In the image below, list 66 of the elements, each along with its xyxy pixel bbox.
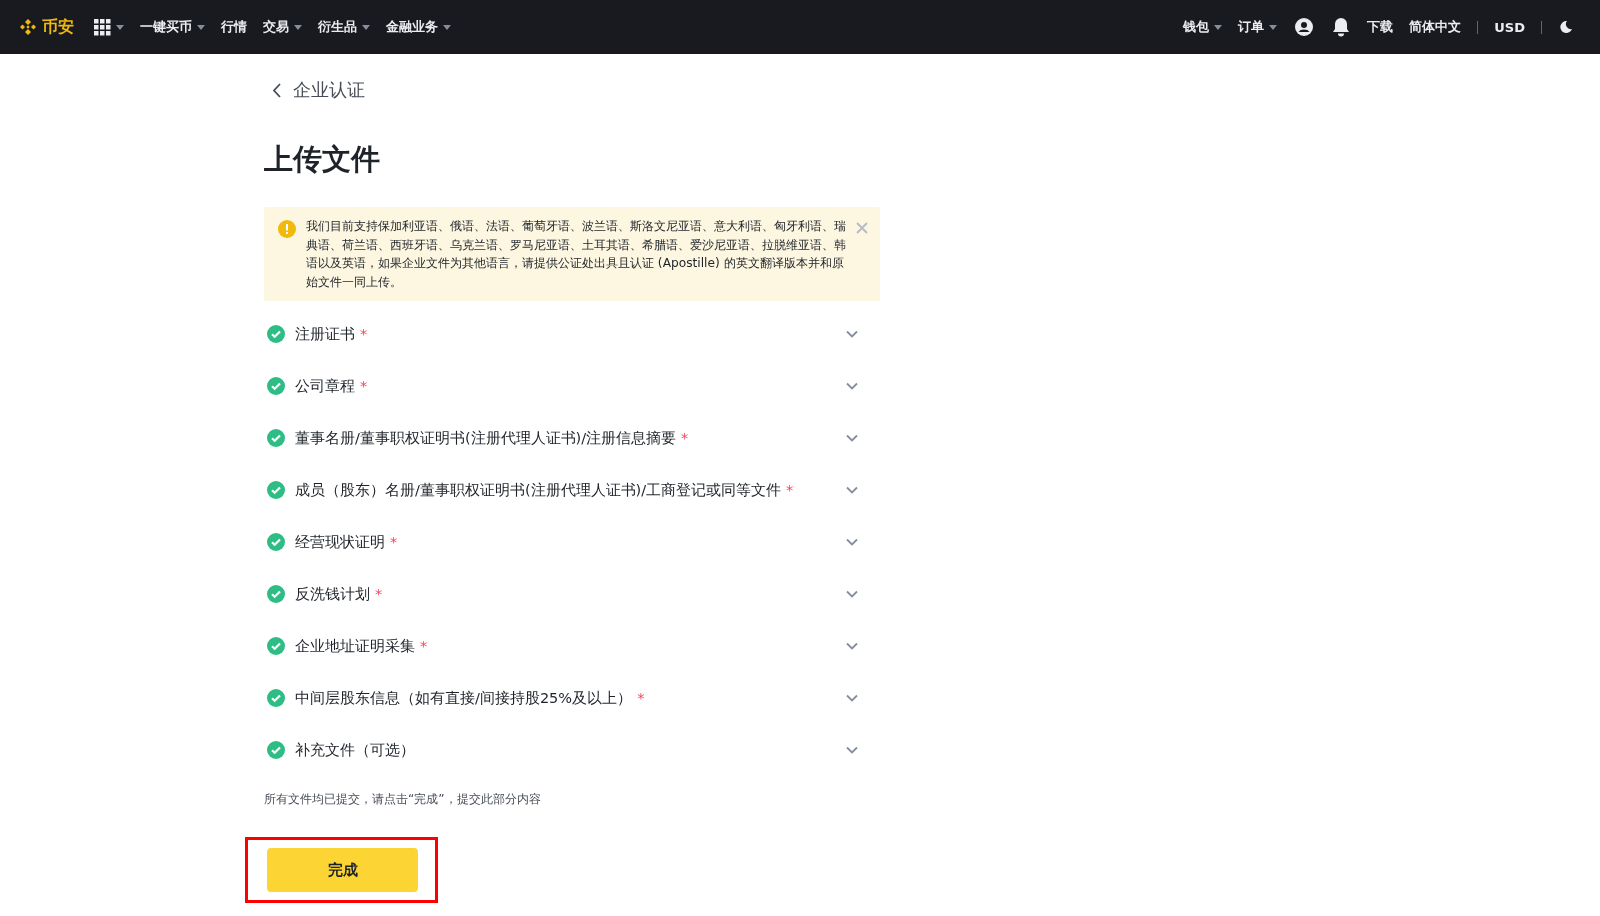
apps-menu[interactable] [94, 18, 124, 36]
user-icon[interactable] [1294, 17, 1315, 37]
chevron-icon [846, 538, 858, 546]
chevron-icon [846, 642, 858, 650]
document-row[interactable]: 企业地址证明采集 * [264, 620, 880, 672]
nav-link[interactable]: 钱包 [1183, 18, 1223, 36]
nav-link[interactable]: 金融业务 [386, 18, 451, 36]
document-label: 注册证书 [295, 324, 355, 344]
chevron-icon [846, 330, 858, 338]
required-mark: * [681, 430, 689, 446]
chevron-icon [846, 694, 858, 702]
hint-text: 所有文件均已提交，请点击“完成”，提交此部分内容 [264, 791, 542, 808]
nav-link[interactable]: 衍生品 [318, 18, 370, 36]
caret-icon [197, 24, 205, 30]
back-link[interactable]: 企业认证 [272, 78, 880, 102]
document-row[interactable]: 反洗钱计划 * [264, 568, 880, 620]
chevron-icon [846, 382, 858, 390]
back-chevron-icon [272, 82, 281, 98]
nav-link[interactable]: 一键买币 [140, 18, 205, 36]
page-title: 上传文件 [264, 141, 381, 178]
document-row[interactable]: 注册证书 * [264, 308, 880, 360]
chevron-icon [846, 746, 858, 754]
caret-icon [443, 24, 451, 30]
required-mark: * [360, 378, 368, 394]
required-mark: * [420, 638, 428, 654]
document-label: 反洗钱计划 [295, 584, 370, 604]
document-label: 董事名册/董事职权证明书(注册代理人证书)/注册信息摘要 [295, 428, 677, 448]
nav-link[interactable]: 交易 [263, 18, 302, 36]
document-row[interactable]: 公司章程 * [264, 360, 880, 412]
caret-icon [294, 24, 302, 30]
nav-link[interactable]: 行情 [221, 18, 247, 36]
nav-link[interactable]: 下载 [1367, 18, 1394, 36]
nav-link[interactable]: 简体中文 [1409, 18, 1462, 36]
caret-icon [362, 24, 370, 30]
bell-icon[interactable] [1332, 17, 1351, 37]
caret-icon [116, 24, 124, 30]
chevron-icon [846, 434, 858, 442]
required-mark: * [390, 534, 398, 550]
document-label: 补充文件（可选） [295, 740, 415, 760]
required-mark: * [360, 326, 368, 342]
document-row[interactable]: 经营现状证明 * [264, 516, 880, 568]
required-mark: * [786, 482, 794, 498]
document-label: 企业地址证明采集 [295, 636, 415, 656]
nav-link[interactable]: USD [1494, 19, 1525, 35]
chevron-icon [846, 486, 858, 494]
required-mark: * [375, 586, 383, 602]
nav-link[interactable]: 订单 [1238, 18, 1278, 36]
document-label: 经营现状证明 [295, 532, 385, 552]
warning-icon [278, 220, 296, 238]
document-row[interactable]: 中间层股东信息（如有直接/间接持股25%及以上） * [264, 672, 880, 724]
notice-text: 我们目前支持保加利亚语、俄语、法语、葡萄牙语、波兰语、斯洛文尼亚语、意大利语、匈牙利语、瑞典语、荷兰语、西班牙语、乌克兰语、罗马尼亚语、土耳其语、希腊语、爱沙尼亚语、拉脱维亚语、韩语以及英语，如果企业文件为其他语言，请提供公证处出具且认证 (Apostille) 的英文翻译版本并和原始文件一同上传。 [306, 218, 846, 291]
moon-icon[interactable] [1559, 20, 1573, 34]
required-mark: * [637, 690, 645, 706]
done-button[interactable]: 完成 [267, 848, 418, 892]
grid-icon [94, 18, 111, 36]
document-row[interactable]: 成员（股东）名册/董事职权证明书(注册代理人证书)/工商登记或同等文件 * [264, 464, 880, 516]
caret-icon [1214, 24, 1223, 30]
caret-icon [1269, 24, 1278, 30]
document-label: 成员（股东）名册/董事职权证明书(注册代理人证书)/工商登记或同等文件 [295, 480, 782, 500]
chevron-icon [846, 590, 858, 598]
document-row[interactable]: 董事名册/董事职权证明书(注册代理人证书)/注册信息摘要 * [264, 412, 880, 464]
document-row[interactable]: 补充文件（可选） [264, 724, 880, 776]
document-label: 公司章程 [295, 376, 355, 396]
diamond-logo-icon [18, 17, 38, 37]
document-label: 中间层股东信息（如有直接/间接持股25%及以上） [295, 688, 633, 708]
logo[interactable]: 币安 [18, 16, 74, 38]
